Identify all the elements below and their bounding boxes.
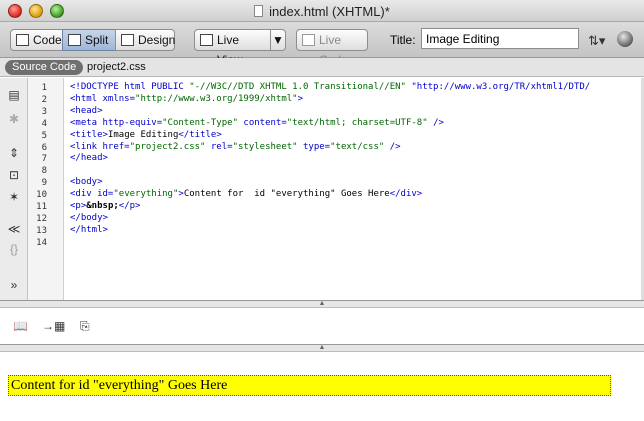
insert-icon[interactable]: →▦ (42, 319, 65, 333)
select-parent-tag-icon[interactable]: ⊡ (6, 168, 22, 182)
live-code-icon (302, 34, 315, 46)
code-line[interactable]: <div id="everything">Content for id "eve… (70, 189, 422, 200)
code-view[interactable]: ▤ ✱ ⇕ ⊡ ✶ ≪ {} » 1 2 3 4 5 6 7 8 9 10 11 12 13 14 <!D… (0, 78, 644, 300)
related-files-bar: Source Code project2.css (0, 58, 644, 77)
page-title-label: Title: (390, 33, 416, 47)
code-line[interactable]: <title>Image Editing</title> (70, 130, 222, 141)
design-view-icon (121, 34, 134, 46)
related-css-file-tab[interactable]: project2.css (87, 61, 146, 73)
expand-tags-icon[interactable]: ⇕ (6, 146, 22, 160)
code-line[interactable]: <p>&nbsp;</p> (70, 201, 140, 212)
document-toolbar: Code Split Design Live View ▼ Live Code … (0, 22, 644, 67)
book-icon[interactable]: 📖 (13, 319, 28, 333)
code-view-icon (16, 34, 29, 46)
code-line[interactable]: </html> (70, 225, 108, 236)
document-icon (254, 5, 264, 17)
coding-toolbar: ▤ ✱ ⇕ ⊡ ✶ ≪ {} » (0, 78, 28, 300)
split-view-label: Split (85, 33, 109, 47)
div-everything[interactable]: Content for id "everything" Goes Here (8, 375, 611, 396)
line-number: 6 (41, 142, 47, 153)
design-view-label: Design (138, 33, 176, 47)
format-source-icon[interactable]: ⎘ (80, 319, 90, 334)
live-view-options-button[interactable]: ▼ (270, 29, 286, 51)
line-number: 10 (36, 190, 47, 201)
div-content-text: Content for id "everything" Goes Here (11, 378, 228, 393)
split-view-icon (68, 34, 81, 46)
code-line[interactable]: </body> (70, 213, 108, 224)
line-number: 5 (41, 130, 47, 141)
design-splitter[interactable]: ▲ (0, 344, 644, 352)
code-line[interactable]: <html xmlns="http://www.w3.org/1999/xhtm… (70, 94, 303, 105)
line-number: 11 (36, 202, 47, 212)
code-line[interactable]: <!DOCTYPE html PUBLIC "-//W3C//DTD XHTML… (70, 82, 590, 93)
design-toolbar-strip: 📖 →▦ ⎘ (0, 308, 644, 344)
line-number: 1 (41, 83, 47, 93)
line-number: 8 (41, 166, 47, 177)
design-view[interactable]: Content for id "everything" Goes Here (0, 352, 644, 421)
code-line[interactable]: <meta http-equiv="Content-Type" content=… (70, 118, 444, 129)
line-number: 9 (41, 178, 47, 189)
line-number: 12 (36, 213, 47, 224)
page-title-input[interactable] (421, 28, 579, 49)
window-title: index.html (XHTML)* (0, 4, 644, 19)
design-view-button[interactable]: Design (115, 29, 175, 51)
title-bar: index.html (XHTML)* (0, 0, 644, 22)
line-number: 2 (41, 94, 47, 105)
code-line[interactable]: <head> (70, 106, 103, 117)
line-numbers-icon[interactable]: ≪ (6, 222, 22, 236)
live-code-button[interactable]: Live Code (296, 29, 368, 67)
code-view-button[interactable]: Code (10, 29, 63, 51)
line-number: 14 (36, 237, 47, 248)
live-view-icon (200, 34, 213, 46)
code-line[interactable]: <body> (70, 177, 103, 188)
globe-icon[interactable] (617, 31, 633, 47)
triangle-up-icon: ▲ (318, 300, 326, 307)
line-number-gutter: 1 2 3 4 5 6 7 8 9 10 11 12 13 14 (28, 78, 64, 300)
upload-icon[interactable]: ⇅▾ (588, 33, 605, 49)
view-splitter[interactable]: ▲ (0, 300, 644, 308)
line-number: 7 (41, 154, 47, 165)
open-documents-icon[interactable]: ▤ (6, 88, 22, 102)
triangle-up-icon: ▲ (318, 344, 326, 351)
code-view-label: Code (33, 33, 62, 47)
code-line[interactable]: <link href="project2.css" rel="styleshee… (70, 142, 401, 153)
triangle-down-icon: ▼ (272, 33, 284, 47)
code-line[interactable]: </head> (70, 153, 108, 164)
window-title-text: index.html (XHTML)* (269, 4, 390, 19)
collapse-icon[interactable]: ✱ (6, 112, 22, 126)
balance-braces-icon[interactable]: ✶ (6, 190, 22, 204)
more-tools-icon[interactable]: » (6, 278, 22, 292)
line-number: 13 (36, 225, 47, 236)
braces-icon[interactable]: {} (6, 242, 22, 256)
line-number: 3 (41, 106, 47, 117)
live-view-button[interactable]: Live View (194, 29, 271, 67)
line-number: 4 (41, 118, 47, 129)
split-view-button[interactable]: Split (62, 29, 116, 51)
source-code-tab[interactable]: Source Code (5, 60, 84, 75)
